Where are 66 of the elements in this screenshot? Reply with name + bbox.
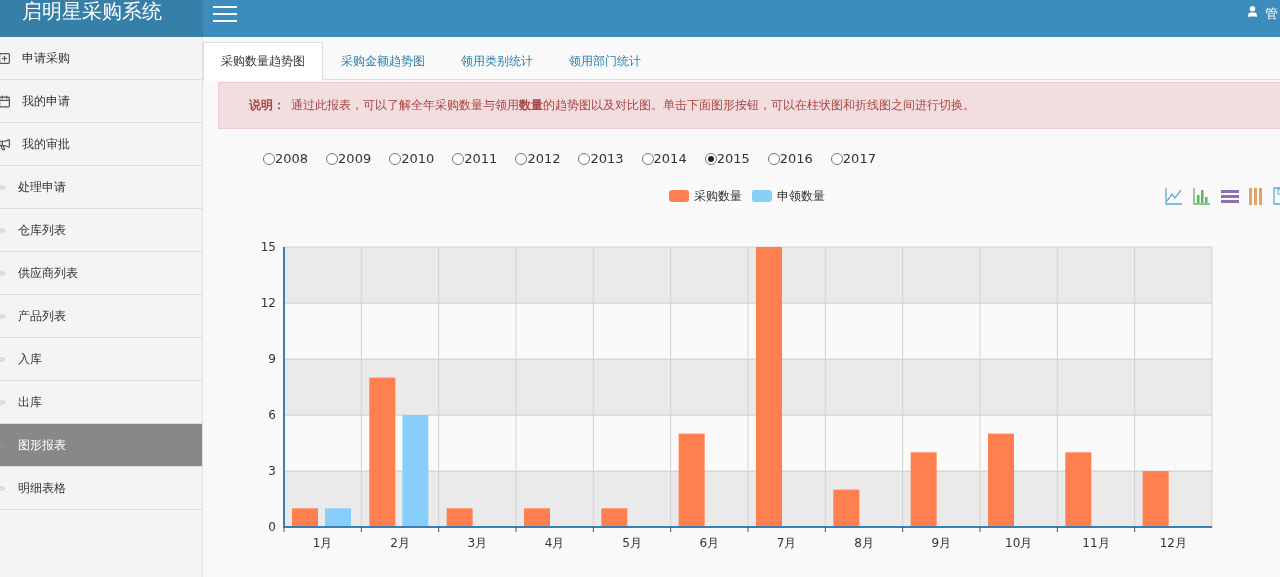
axis-label: 10月 — [1005, 536, 1033, 550]
axis-label: 5月 — [622, 536, 642, 550]
legend-label[interactable]: 申领数量 — [777, 187, 825, 205]
axis-label: 11月 — [1082, 536, 1110, 550]
columns-icon[interactable] — [1248, 186, 1264, 206]
bar-chart-icon[interactable] — [1192, 186, 1212, 206]
radio-button[interactable] — [578, 152, 591, 165]
radio-button[interactable] — [767, 152, 780, 165]
bar — [833, 489, 860, 527]
year-label[interactable]: 2014 — [653, 151, 687, 166]
axis-label: 12 — [260, 296, 276, 310]
year-label[interactable]: 2013 — [590, 151, 624, 166]
year-label[interactable]: 2012 — [527, 151, 561, 166]
notice-text: 通过此报表，可以了解全年采购数量与领用数量的趋势图以及对比图。单击下面图形按钮，可以在柱状图和折线图之间进行切换。 — [291, 97, 975, 114]
year-label[interactable]: 2008 — [275, 151, 309, 166]
chevron-icon — [0, 182, 7, 192]
year-label[interactable]: 2015 — [716, 151, 750, 166]
axis-label: 2月 — [390, 536, 410, 550]
chevron-icon — [0, 354, 7, 364]
tab[interactable]: 采购金额趋势图 — [323, 42, 443, 80]
year-label[interactable]: 2009 — [338, 151, 372, 166]
tab[interactable]: 领用部门统计 — [551, 42, 659, 80]
axis-label: 12月 — [1159, 536, 1187, 550]
chevron-icon — [0, 268, 7, 278]
chevron-icon — [0, 311, 7, 321]
year-label[interactable]: 2016 — [779, 151, 813, 166]
chevron-icon — [0, 483, 7, 493]
sidebar-item[interactable]: 图形报表 — [0, 424, 202, 467]
menu-button[interactable] — [213, 4, 237, 24]
axis-label: 9月 — [931, 536, 952, 550]
axis-label: 7月 — [776, 536, 797, 550]
axis-label: 9 — [268, 352, 276, 366]
megaphone-icon — [0, 137, 11, 151]
chevron-icon — [0, 397, 7, 407]
radio-button[interactable] — [515, 152, 528, 165]
radio-button[interactable] — [452, 152, 465, 165]
notice-label: 说明： — [249, 97, 285, 114]
radio-button[interactable] — [641, 152, 654, 165]
radio-button[interactable] — [389, 152, 402, 165]
tab[interactable]: 采购数量趋势图 — [203, 42, 323, 81]
calendar-icon — [0, 94, 11, 108]
year-label[interactable]: 2010 — [401, 151, 435, 166]
user-icon — [1246, 5, 1259, 18]
radio-button[interactable] — [263, 152, 275, 165]
chevron-icon — [0, 225, 7, 235]
bar — [1142, 471, 1169, 527]
axis-label: 6 — [268, 408, 276, 422]
year-label[interactable]: 2017 — [842, 151, 876, 166]
app-title: 启明星采购系统 — [0, 0, 203, 37]
legend-label[interactable]: 采购数量 — [694, 187, 742, 205]
axis-label: 3月 — [467, 536, 488, 550]
axis-label: 15 — [260, 240, 276, 254]
user-name[interactable]: 管 — [1265, 5, 1278, 23]
radio-button[interactable] — [704, 152, 717, 165]
axis-label: 3 — [268, 464, 276, 478]
tab[interactable]: 领用类别统计 — [443, 42, 551, 80]
plus-icon — [0, 51, 11, 65]
axis-label: 6月 — [699, 536, 720, 550]
year-label[interactable]: 2011 — [464, 151, 498, 166]
axis-label: 4月 — [544, 536, 565, 550]
radio-button[interactable] — [830, 152, 843, 165]
axis-label: 0 — [268, 520, 276, 534]
axis-label: 8月 — [854, 536, 874, 550]
line-chart-icon[interactable] — [1164, 186, 1184, 206]
axis-label: 1月 — [312, 536, 333, 550]
radio-button[interactable] — [326, 152, 339, 165]
